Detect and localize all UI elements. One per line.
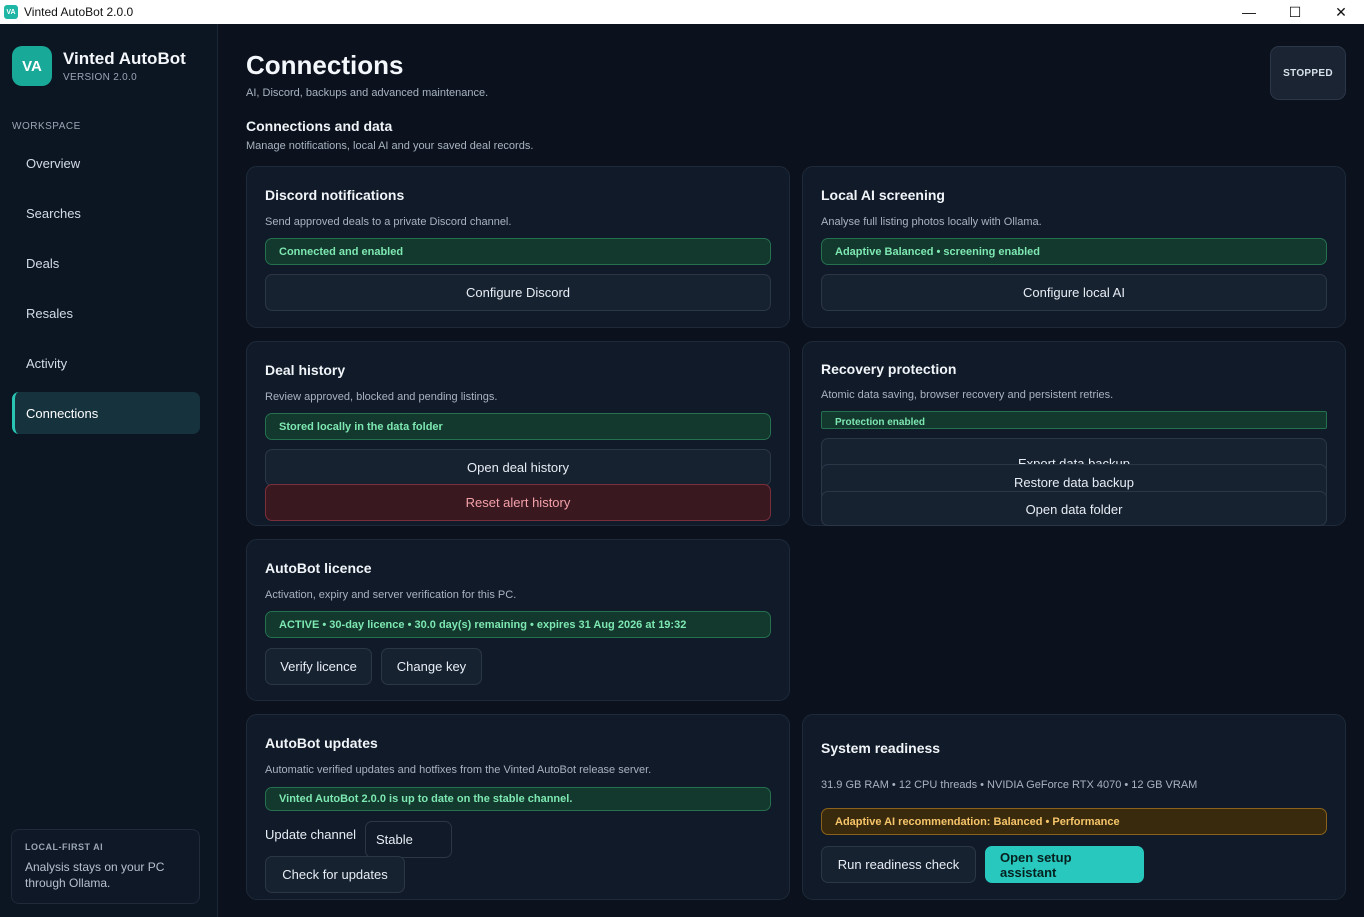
sidebar-item-activity[interactable]: Activity — [12, 342, 200, 384]
page-title: Connections — [246, 50, 404, 80]
app-icon: VA — [4, 5, 18, 19]
verify-licence-button[interactable]: Verify licence — [265, 648, 372, 685]
window-controls: — ☐ ✕ — [1226, 0, 1364, 24]
open-data-folder-button[interactable]: Open data folder — [821, 491, 1327, 526]
card-description: Atomic data saving, browser recovery and… — [821, 389, 1114, 401]
open-deal-history-button[interactable]: Open deal history — [265, 449, 771, 486]
check-updates-button[interactable]: Check for updates — [265, 856, 405, 893]
update-status-badge: Vinted AutoBot 2.0.0 is up to date on th… — [265, 787, 771, 811]
minimize-icon[interactable]: — — [1226, 0, 1272, 24]
card-title: AutoBot licence — [265, 560, 372, 576]
sidebar-nav: Overview Searches Deals Resales Activity… — [12, 142, 200, 442]
change-key-button[interactable]: Change key — [381, 648, 482, 685]
local-first-title: LOCAL-FIRST AI — [25, 842, 104, 852]
brand-name: Vinted AutoBot — [63, 49, 186, 68]
card-description: Activation, expiry and server verificati… — [265, 589, 517, 601]
local-ai-status-badge: Adaptive Balanced • screening enabled — [821, 238, 1327, 265]
sidebar: VA Vinted AutoBot VERSION 2.0.0 WORKSPAC… — [0, 24, 218, 917]
local-first-text: Analysis stays on your PC through Ollama… — [25, 860, 165, 890]
card-description: Analyse full listing photos locally with… — [821, 216, 1042, 228]
deal-history-status-badge: Stored locally in the data folder — [265, 413, 771, 440]
sidebar-item-connections[interactable]: Connections — [12, 392, 200, 434]
deal-history-card: Deal history Review approved, blocked an… — [246, 341, 790, 526]
card-description: Review approved, blocked and pending lis… — [265, 391, 498, 403]
card-description: Send approved deals to a private Discord… — [265, 216, 512, 228]
brand-version: VERSION 2.0.0 — [63, 72, 137, 83]
maximize-icon[interactable]: ☐ — [1272, 0, 1318, 24]
card-title: AutoBot updates — [265, 735, 378, 751]
brand: VA Vinted AutoBot VERSION 2.0.0 — [12, 46, 186, 86]
card-description: Automatic verified updates and hotfixes … — [265, 764, 652, 776]
card-title: Deal history — [265, 362, 346, 378]
window-title: Vinted AutoBot 2.0.0 — [24, 5, 134, 19]
configure-local-ai-button[interactable]: Configure local AI — [821, 274, 1327, 311]
section-title: Connections and data — [246, 118, 393, 134]
update-channel-select[interactable]: Stable — [365, 821, 452, 858]
status-badge[interactable]: STOPPED — [1270, 46, 1346, 100]
open-setup-assistant-button[interactable]: Open setup assistant — [985, 846, 1144, 883]
reset-alert-history-button[interactable]: Reset alert history — [265, 484, 771, 521]
discord-card: Discord notifications Send approved deal… — [246, 166, 790, 328]
brand-logo: VA — [12, 46, 52, 86]
page-subtitle: AI, Discord, backups and advanced mainte… — [246, 87, 489, 99]
sidebar-item-searches[interactable]: Searches — [12, 192, 200, 234]
card-title: Recovery protection — [821, 361, 957, 377]
local-first-info: LOCAL-FIRST AI Analysis stays on your PC… — [11, 829, 200, 904]
update-channel-label: Update channel — [265, 827, 357, 842]
section-subtitle: Manage notifications, local AI and your … — [246, 140, 534, 152]
configure-discord-button[interactable]: Configure Discord — [265, 274, 771, 311]
discord-status-badge: Connected and enabled — [265, 238, 771, 265]
workspace-label: WORKSPACE — [12, 121, 81, 132]
card-title: Discord notifications — [265, 187, 405, 203]
sidebar-item-resales[interactable]: Resales — [12, 292, 200, 334]
sidebar-item-overview[interactable]: Overview — [12, 142, 200, 184]
card-title: System readiness — [821, 740, 941, 756]
sidebar-item-deals[interactable]: Deals — [12, 242, 200, 284]
recovery-protection-card: Recovery protection Atomic data saving, … — [802, 341, 1346, 526]
title-bar: VA Vinted AutoBot 2.0.0 — ☐ ✕ — [0, 0, 1364, 24]
protection-status-badge: Protection enabled — [821, 411, 1327, 429]
close-icon[interactable]: ✕ — [1318, 0, 1364, 24]
system-readiness-card: System readiness 31.9 GB RAM • 12 CPU th… — [802, 714, 1346, 900]
system-specs: 31.9 GB RAM • 12 CPU threads • NVIDIA Ge… — [821, 779, 1198, 791]
run-readiness-check-button[interactable]: Run readiness check — [821, 846, 976, 883]
licence-card: AutoBot licence Activation, expiry and s… — [246, 539, 790, 701]
local-ai-card: Local AI screening Analyse full listing … — [802, 166, 1346, 328]
card-title: Local AI screening — [821, 187, 945, 203]
updates-card: AutoBot updates Automatic verified updat… — [246, 714, 790, 900]
licence-status-badge: ACTIVE • 30-day licence • 30.0 day(s) re… — [265, 611, 771, 638]
ai-recommendation-badge: Adaptive AI recommendation: Balanced • P… — [821, 808, 1327, 835]
